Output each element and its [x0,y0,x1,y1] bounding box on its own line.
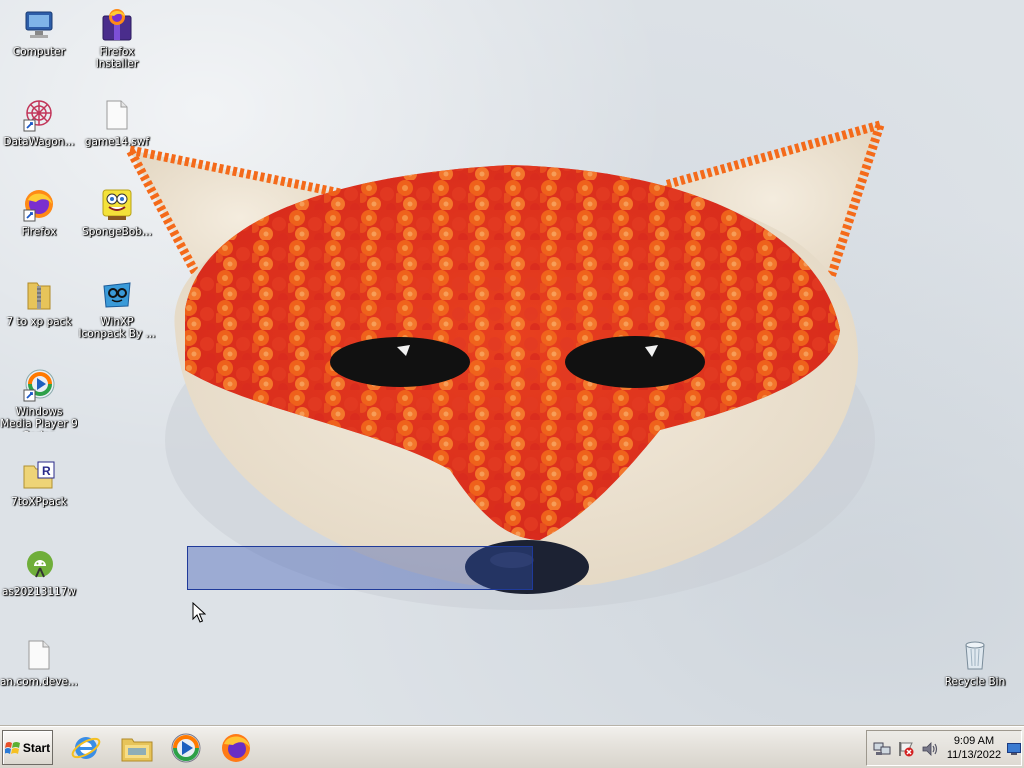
taskbar: Start 9:09 AM 11/13/2022 [0,726,1024,768]
taskbar-internet-explorer[interactable] [69,731,103,765]
desktop-icon-computer[interactable]: Computer [0,6,78,84]
winxp-iconpack-icon [100,278,134,312]
media-player-icon [171,733,201,763]
zip-folder-icon [22,278,56,312]
firefox-icon [22,188,56,222]
mouse-cursor-icon [192,602,206,623]
clock-date: 11/13/2022 [946,749,1002,761]
clock-time: 9:09 AM [953,735,995,747]
desktop-icon-recycle-bin[interactable]: Recycle Bin [936,636,1014,714]
file-explorer-icon [121,738,153,762]
desktop-icon-firefox-installer[interactable]: Firefox Installer [78,6,156,84]
desktop-icon-game14-swf[interactable]: game14.swf [78,96,156,174]
taskbar-firefox[interactable] [219,731,253,765]
taskbar-file-explorer[interactable] [120,731,154,765]
desktop-icon-windows-media-player[interactable]: Windows Media Player 9 Series [0,366,78,444]
show-desktop-icon[interactable] [1007,743,1021,755]
desktop-icon-spongebob[interactable]: SpongeBob... [78,186,156,264]
svg-text:R: R [42,464,51,478]
drag-selection-rectangle [187,546,533,590]
start-button[interactable]: Start [2,730,53,765]
desktop-icon-datawagon[interactable]: DataWagon... [0,96,78,174]
firefox-installer-icon [100,8,134,42]
action-center-icon[interactable] [897,741,915,757]
recycle-bin-icon [958,638,992,672]
taskbar-media-player[interactable] [169,731,203,765]
windows-media-player-icon [22,368,56,402]
desktop-icon-as20213117w[interactable]: as20213117w [0,546,78,624]
network-icon[interactable] [873,741,891,757]
rar-archive-icon: R [22,458,56,492]
windows-logo-icon [4,741,20,754]
internet-explorer-icon [71,737,101,759]
clock[interactable]: 9:09 AM 11/13/2022 [939,734,1009,762]
desktop-icon-7toxppack[interactable]: R 7toXPpack [0,456,78,534]
file-icon [100,98,134,132]
desktop-icon-7-to-xp-pack[interactable]: 7 to xp pack [0,276,78,354]
desktop-icon-an-com-deve[interactable]: an.com.deve... [0,636,78,714]
file-icon [22,638,56,672]
datawagon-icon [22,98,56,132]
system-tray: 9:09 AM 11/13/2022 [866,730,1022,766]
desktop-icon-firefox[interactable]: Firefox [0,186,78,264]
android-studio-icon [22,548,56,582]
desktop[interactable]: Computer DataWagon... Firefox 7 to xp pa… [0,0,1024,726]
desktop-icon-winxp-iconpack[interactable]: WinXP Iconpack By ... [78,276,156,354]
firefox-icon [222,734,250,762]
volume-icon[interactable] [921,741,939,757]
computer-icon [22,8,56,42]
spongebob-icon [100,188,134,222]
